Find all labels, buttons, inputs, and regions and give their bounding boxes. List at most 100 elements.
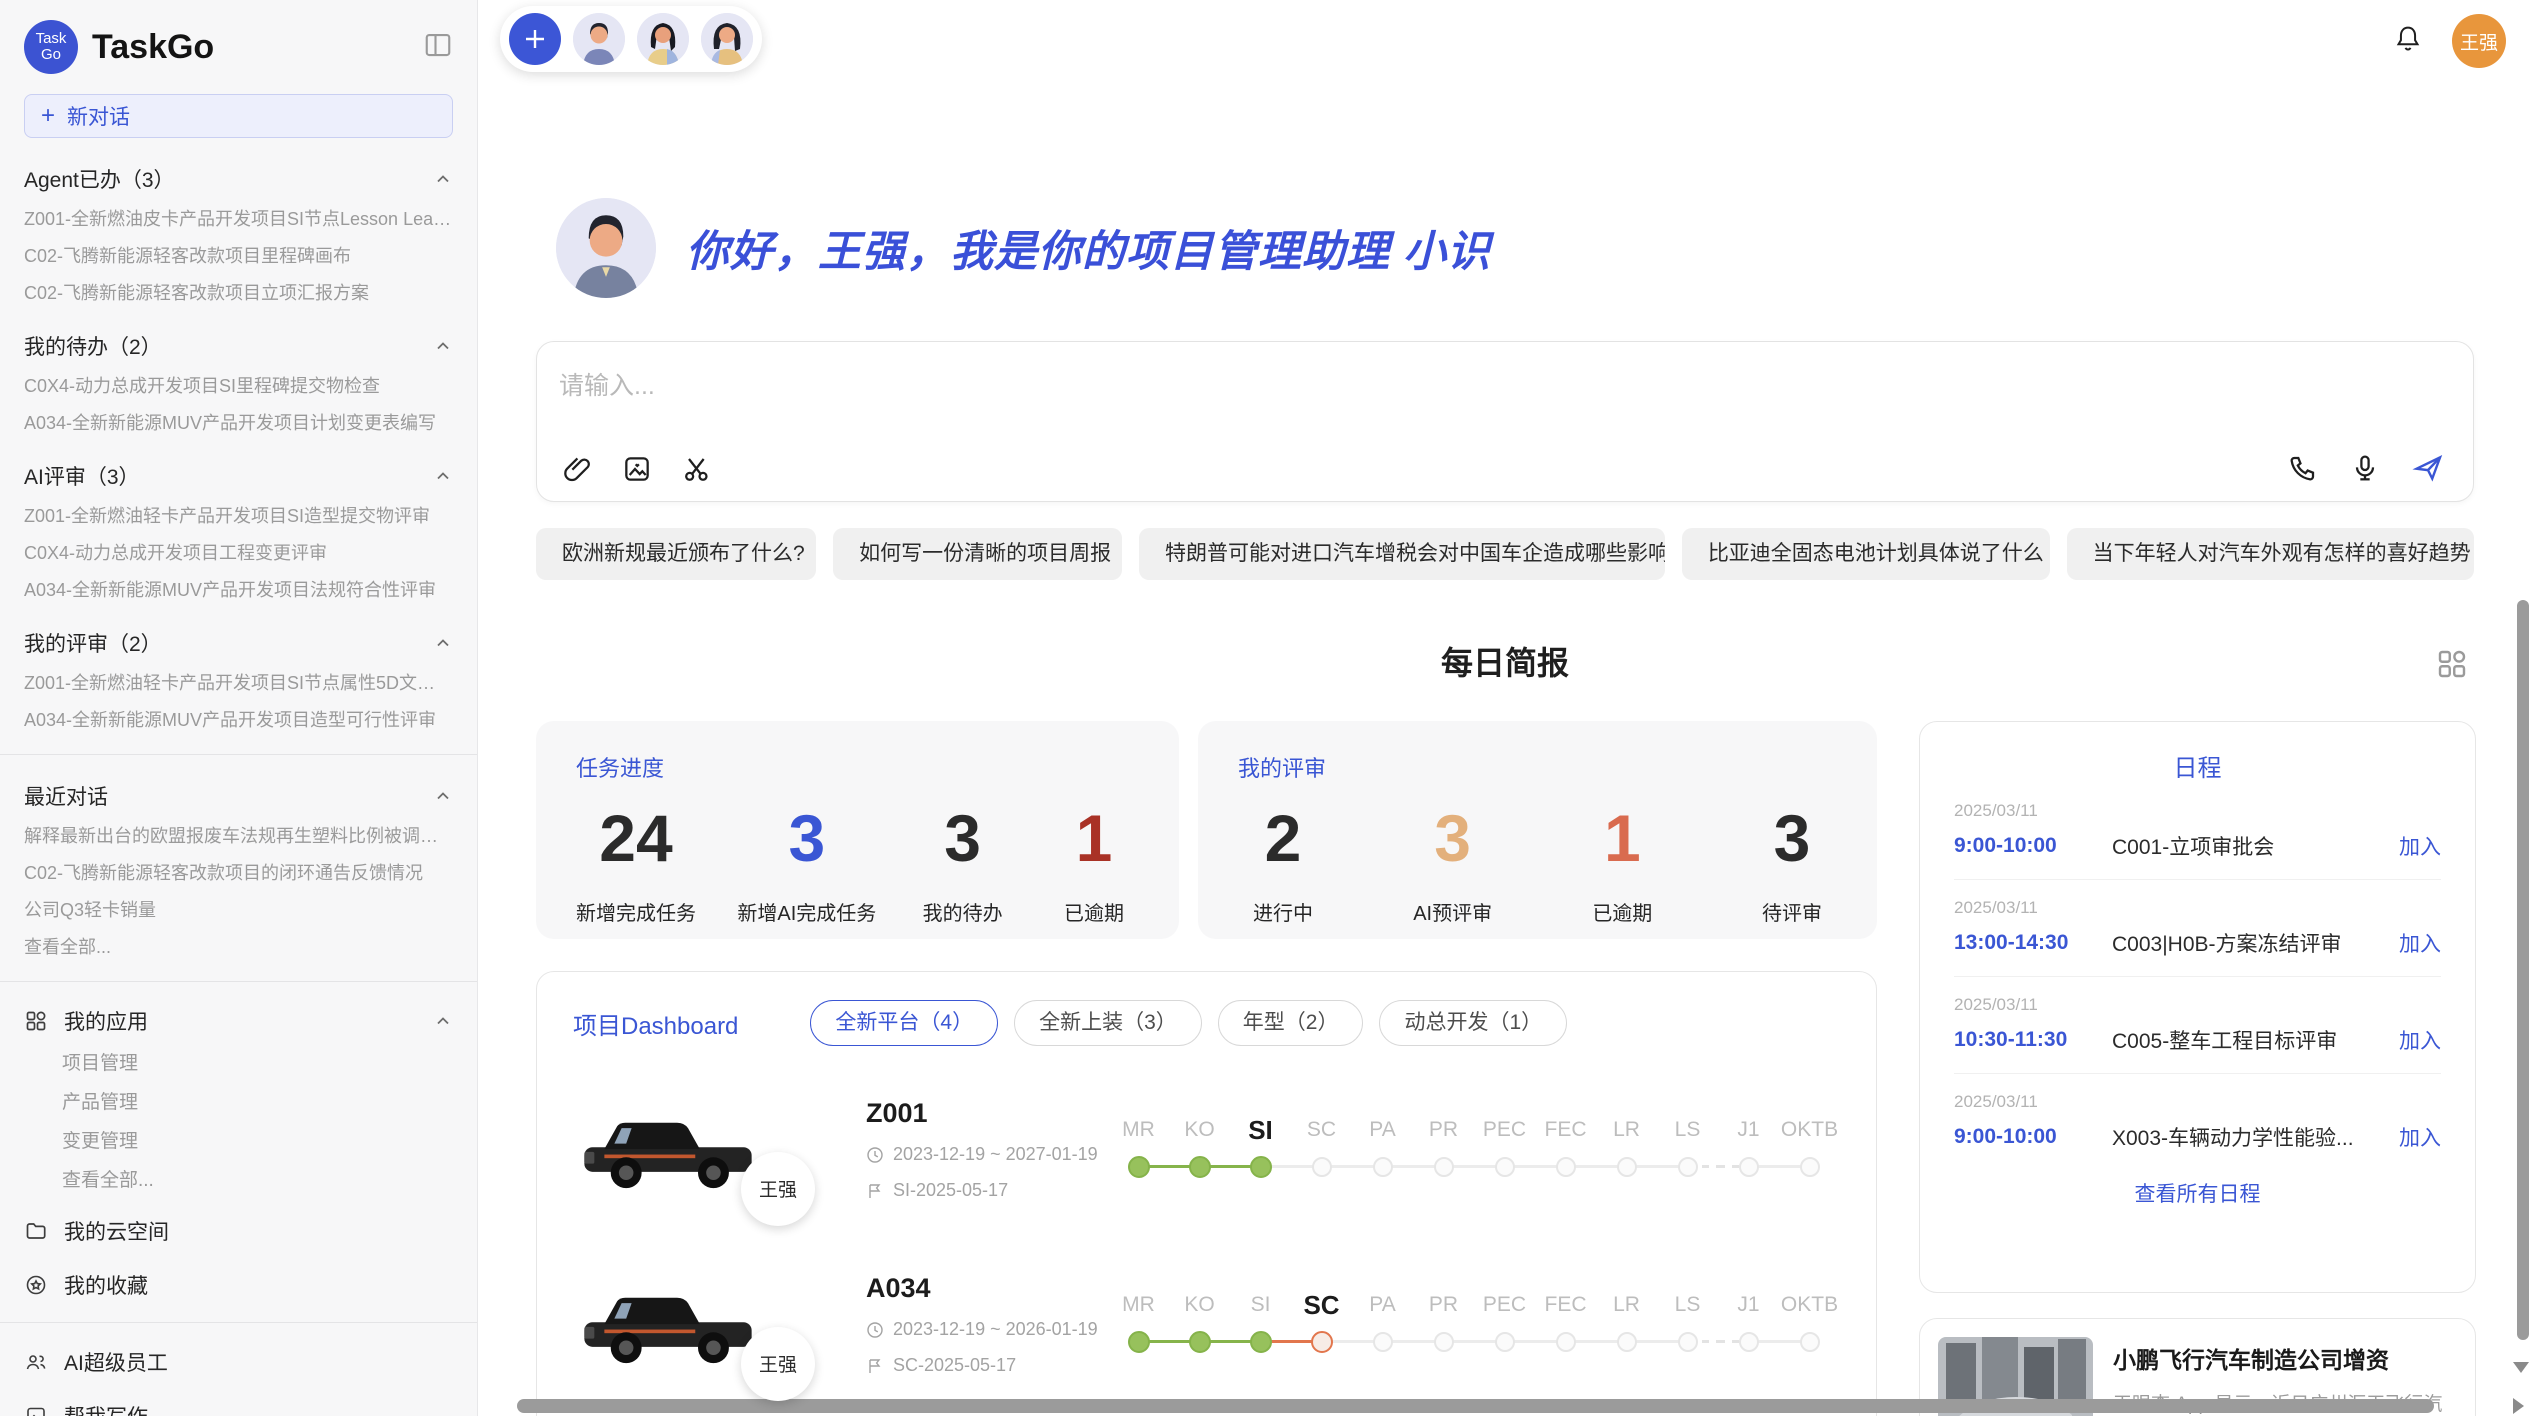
chat-input[interactable] bbox=[559, 372, 2451, 401]
suggestion-chip[interactable]: 当下年轻人对汽车外观有怎样的喜好趋势 bbox=[2067, 528, 2474, 580]
sidebar-task-item[interactable]: C02-飞腾新能源轻客改款项目立项汇报方案 bbox=[24, 268, 453, 305]
app-sub-item[interactable]: 产品管理 bbox=[62, 1075, 453, 1114]
section-title: 我的待办（2） bbox=[24, 331, 162, 361]
sidebar-item-cloud-space[interactable]: 我的云空间 bbox=[24, 1216, 453, 1246]
dashboard-tab[interactable]: 年型（2） bbox=[1218, 1000, 1364, 1046]
stat-value: 3 bbox=[737, 805, 876, 871]
horizontal-scrollbar[interactable] bbox=[517, 1399, 2434, 1413]
sidebar-task-item[interactable]: A034-全新新能源MUV产品开发项目造型可行性评审 bbox=[24, 695, 453, 732]
sidebar-task-item[interactable]: A034-全新新能源MUV产品开发项目计划变更表编写 bbox=[24, 398, 453, 435]
suggestion-chip[interactable]: 如何写一份清晰的项目周报 bbox=[833, 528, 1122, 580]
chevron-up-icon[interactable] bbox=[433, 336, 453, 356]
agent-avatar-3[interactable] bbox=[701, 13, 753, 65]
phone-call-icon[interactable] bbox=[2287, 452, 2319, 484]
project-flag-milestone: SC-2025-05-17 bbox=[866, 1355, 1108, 1376]
section-list: Z001-全新燃油轻卡产品开发项目SI造型提交物评审C0X4-动力总成开发项目工… bbox=[24, 491, 453, 602]
app-sub-item[interactable]: 项目管理 bbox=[62, 1036, 453, 1075]
project-info: A034 2023-12-19 ~ 2026-01-19 SC-2025-05-… bbox=[808, 1273, 1108, 1376]
sidebar-task-item[interactable]: A034-全新新能源MUV产品开发项目法规符合性评审 bbox=[24, 565, 453, 602]
scissors-icon[interactable] bbox=[681, 453, 713, 485]
sidebar-section-my-review[interactable]: 我的评审（2） bbox=[24, 628, 453, 658]
flag-icon bbox=[866, 1357, 884, 1375]
notifications-bell-icon[interactable] bbox=[2392, 23, 2424, 60]
sidebar-item-help-me-write[interactable]: 帮我写作 bbox=[24, 1401, 453, 1416]
recent-chat-item[interactable]: 查看全部... bbox=[24, 922, 453, 959]
chevron-up-icon[interactable] bbox=[433, 466, 453, 486]
app-sub-item[interactable]: 查看全部... bbox=[62, 1153, 453, 1192]
milestone-ls: LS bbox=[1657, 1286, 1718, 1360]
sidebar-task-item[interactable]: Z001-全新燃油轻卡产品开发项目SI造型提交物评审 bbox=[24, 491, 453, 528]
project-row[interactable]: 王强 A034 2023-12-19 ~ 2026-01-19 SC-2025-… bbox=[573, 1273, 1840, 1376]
dashboard-tab[interactable]: 全新平台（4） bbox=[810, 1000, 998, 1046]
chevron-up-icon[interactable] bbox=[433, 633, 453, 653]
milestone-dot-pec bbox=[1495, 1157, 1515, 1177]
schedule-date: 2025/03/11 bbox=[1954, 995, 2441, 1015]
join-meeting-link[interactable]: 加入 bbox=[2399, 928, 2441, 958]
recent-chat-item[interactable]: C02-飞腾新能源轻客改款项目的闭环通告反馈情况 bbox=[24, 848, 453, 885]
user-avatar[interactable]: 王强 bbox=[2452, 14, 2506, 68]
sidebar-item-favorites[interactable]: 我的收藏 bbox=[24, 1270, 453, 1300]
suggestion-chip[interactable]: 特朗普可能对进口汽车增税会对中国车企造成哪些影响 bbox=[1139, 528, 1665, 580]
assistant-avatar bbox=[556, 198, 656, 298]
join-meeting-link[interactable]: 加入 bbox=[2399, 831, 2441, 861]
attachment-icon[interactable] bbox=[561, 453, 593, 485]
layout-grid-icon[interactable] bbox=[2434, 646, 2470, 687]
app-sub-item[interactable]: 变更管理 bbox=[62, 1114, 453, 1153]
sidebar-item-ai-super-staff[interactable]: AI超级员工 bbox=[24, 1347, 453, 1377]
section-list: Z001-全新燃油轻卡产品开发项目SI节点属性5D文件评审A034-全新新能源M… bbox=[24, 658, 453, 732]
send-icon[interactable] bbox=[2411, 451, 2445, 485]
add-agent-button[interactable] bbox=[509, 13, 561, 65]
milestone-dot-pr bbox=[1434, 1157, 1454, 1177]
agent-avatar-1[interactable] bbox=[573, 13, 625, 65]
sidebar-section-recent-chats[interactable]: 最近对话 bbox=[24, 781, 453, 811]
sidebar-section-agent-done[interactable]: Agent已办（3） bbox=[24, 164, 453, 194]
scroll-down-arrow[interactable] bbox=[2513, 1362, 2529, 1373]
milestone-dot-mr bbox=[1128, 1331, 1150, 1353]
sidebar-section-my-todo[interactable]: 我的待办（2） bbox=[24, 331, 453, 361]
recent-chat-item[interactable]: 解释最新出台的欧盟报废车法规再生塑料比例被调至15%... bbox=[24, 811, 453, 848]
agent-avatar-2[interactable] bbox=[637, 13, 689, 65]
section-list: Z001-全新燃油皮卡产品开发项目SI节点Lesson Learn报告C02-飞… bbox=[24, 194, 453, 305]
sidebar-task-item[interactable]: C0X4-动力总成开发项目工程变更评审 bbox=[24, 528, 453, 565]
join-meeting-link[interactable]: 加入 bbox=[2399, 1025, 2441, 1055]
sidebar-collapse-icon[interactable] bbox=[423, 30, 453, 65]
schedule-time: 9:00-10:00 bbox=[1954, 1125, 2112, 1149]
milestone-dot-mr bbox=[1128, 1156, 1150, 1178]
project-code: A034 bbox=[866, 1273, 1108, 1304]
schedule-item: 2025/03/11 13:00-14:30 C003|H0B-方案冻结评审 加… bbox=[1954, 879, 2441, 958]
recent-chat-item[interactable]: 公司Q3轻卡销量 bbox=[24, 885, 453, 922]
dashboard-tab[interactable]: 全新上装（3） bbox=[1014, 1000, 1202, 1046]
star-ball-icon bbox=[24, 1273, 48, 1297]
sidebar-item-my-apps[interactable]: 我的应用 bbox=[24, 1006, 453, 1036]
microphone-icon[interactable] bbox=[2349, 452, 2381, 484]
milestone-dot-pa bbox=[1373, 1157, 1393, 1177]
view-all-schedule-link[interactable]: 查看所有日程 bbox=[1954, 1178, 2441, 1208]
join-meeting-link[interactable]: 加入 bbox=[2399, 1122, 2441, 1152]
divider bbox=[0, 1322, 477, 1323]
scroll-right-arrow[interactable] bbox=[2513, 1398, 2524, 1414]
project-code: Z001 bbox=[866, 1098, 1108, 1129]
logo-text-top: Task bbox=[36, 31, 67, 47]
dashboard-tab[interactable]: 动总开发（1） bbox=[1379, 1000, 1567, 1046]
chevron-up-icon[interactable] bbox=[433, 1011, 453, 1031]
sidebar-task-item[interactable]: Z001-全新燃油轻卡产品开发项目SI节点属性5D文件评审 bbox=[24, 658, 453, 695]
schedule-time: 9:00-10:00 bbox=[1954, 834, 2112, 858]
sidebar-section-ai-review[interactable]: AI评审（3） bbox=[24, 461, 453, 491]
stat-label: 待评审 bbox=[1747, 897, 1837, 926]
suggestion-chip[interactable]: 欧洲新规最近颁布了什么? bbox=[536, 528, 816, 580]
image-upload-icon[interactable] bbox=[621, 453, 653, 485]
sidebar-task-item[interactable]: Z001-全新燃油皮卡产品开发项目SI节点Lesson Learn报告 bbox=[24, 194, 453, 231]
section-title: 我的评审（2） bbox=[24, 628, 162, 658]
suggestion-chip[interactable]: 比亚迪全固态电池计划具体说了什么 bbox=[1682, 528, 2050, 580]
sidebar-task-item[interactable]: C0X4-动力总成开发项目SI里程碑提交物检查 bbox=[24, 361, 453, 398]
milestone-j1: J1 bbox=[1718, 1286, 1779, 1360]
chevron-up-icon[interactable] bbox=[433, 169, 453, 189]
new-chat-button[interactable]: + 新对话 bbox=[24, 94, 453, 138]
sidebar-task-item[interactable]: C02-飞腾新能源轻客改款项目里程碑画布 bbox=[24, 231, 453, 268]
project-row[interactable]: 王强 Z001 2023-12-19 ~ 2027-01-19 SI-2025-… bbox=[573, 1098, 1840, 1201]
vertical-scrollbar[interactable] bbox=[2517, 600, 2529, 1340]
stat-value: 3 bbox=[918, 805, 1008, 871]
chevron-up-icon[interactable] bbox=[433, 786, 453, 806]
stat-item: 3 我的待办 bbox=[918, 805, 1008, 926]
truck-image bbox=[573, 1100, 763, 1200]
